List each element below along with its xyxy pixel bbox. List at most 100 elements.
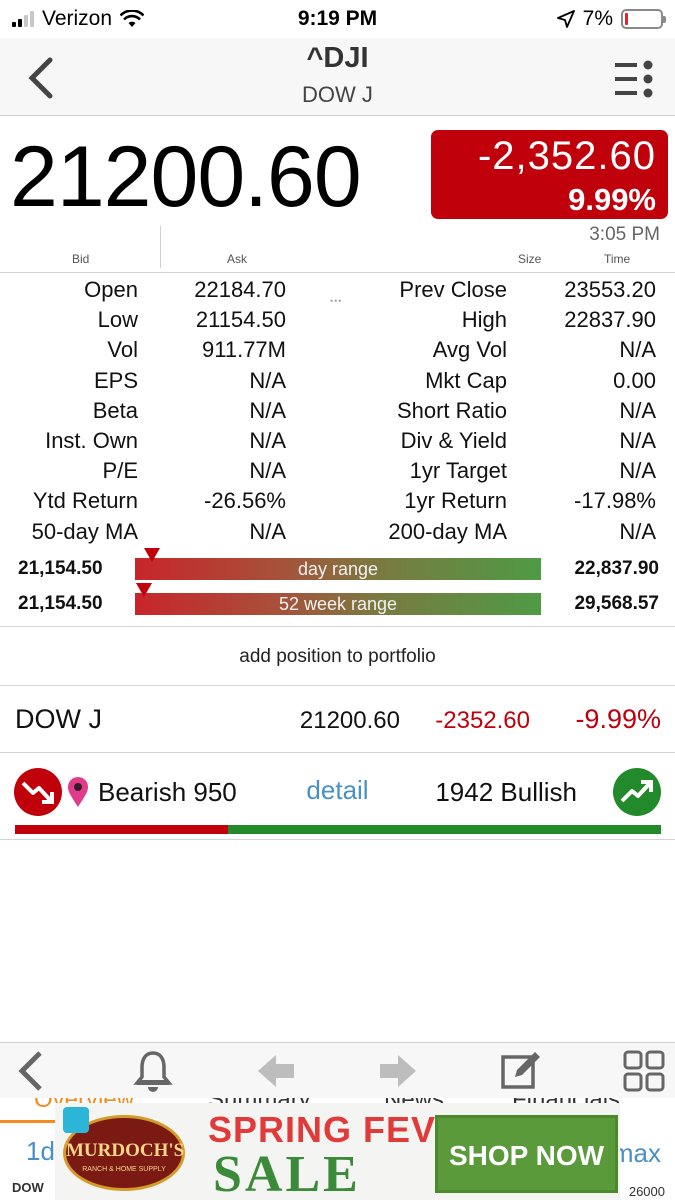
- chart-axis-value: 26000: [628, 1184, 665, 1199]
- symbol-change: -2352.60: [435, 707, 530, 734]
- stat-value: -26.56%: [204, 488, 286, 514]
- nav-header: ^DJI DOW J: [0, 38, 675, 116]
- ad-subheadline: SALE: [213, 1146, 361, 1200]
- stat-value: N/A: [249, 427, 286, 453]
- change-value: -2,352.60: [477, 134, 656, 178]
- ask-label: Ask: [227, 252, 248, 266]
- edit-icon[interactable]: [499, 1049, 543, 1093]
- ad-banner[interactable]: MURDOCH'S RANCH & HOME SUPPLY SPRING FEV…: [55, 1103, 620, 1200]
- ad-shop-now-button[interactable]: SHOP NOW: [435, 1115, 618, 1193]
- stat-value: N/A: [619, 427, 656, 453]
- last-price: 21200.60: [10, 129, 362, 225]
- stat-row: Inst. Own N/A Div & Yield N/A: [0, 426, 675, 456]
- bearish-segment: [15, 825, 229, 834]
- stat-value: 23553.20: [564, 277, 656, 302]
- symbol-subtitle: DOW J: [302, 82, 373, 107]
- stat-value: N/A: [249, 458, 286, 484]
- stat-label: 1yr Return: [404, 488, 507, 514]
- bullish-count: 1942 Bullish: [435, 777, 577, 807]
- stat-value: N/A: [249, 367, 286, 393]
- stat-label: EPS: [93, 367, 138, 393]
- range-label: 52 week range: [278, 594, 398, 614]
- day-range: 21,154.50 day range 22,837.90: [0, 548, 675, 582]
- stat-label: Ytd Return: [32, 488, 138, 514]
- divider: [0, 626, 675, 627]
- stat-row: Vol 911.77M Avg Vol N/A: [0, 335, 675, 365]
- stat-label: Open: [84, 277, 138, 302]
- period-1d[interactable]: 1d: [26, 1136, 55, 1167]
- change-percent: 9.99%: [568, 182, 656, 217]
- stat-value: N/A: [619, 518, 656, 544]
- stat-value: N/A: [249, 397, 286, 423]
- stat-label: 1yr Target: [409, 458, 507, 484]
- divider: [0, 839, 675, 840]
- stat-row: Beta N/A Short Ratio N/A: [0, 396, 675, 426]
- range-low: 21,154.50: [18, 558, 103, 579]
- menu-icon[interactable]: [615, 60, 655, 98]
- status-bar: Verizon 9:19 PM 7%: [0, 0, 675, 38]
- stat-value: N/A: [619, 397, 656, 423]
- stat-label: Vol: [107, 337, 138, 363]
- divider: [0, 685, 675, 686]
- change-badge: -2,352.60 9.99%: [431, 130, 668, 219]
- battery-level: [625, 13, 628, 25]
- bullish-icon[interactable]: [613, 768, 661, 816]
- range-label: day range: [297, 559, 379, 579]
- battery-icon: [621, 9, 666, 29]
- stat-value: N/A: [619, 337, 656, 363]
- stat-label: High: [461, 307, 507, 333]
- stat-row: Open 22184.70 Prev Close 23553.20: [0, 275, 675, 305]
- stat-value: 22184.70: [194, 277, 286, 302]
- stat-value: 21154.50: [195, 307, 286, 333]
- time-label: Time: [604, 252, 631, 266]
- stat-row: P/E N/A 1yr Target N/A: [0, 456, 675, 486]
- stat-row: Ytd Return -26.56% 1yr Return -17.98%: [0, 486, 675, 516]
- stat-label: Short Ratio: [396, 397, 507, 423]
- chart-symbol: DOW: [12, 1180, 44, 1195]
- stat-label: Low: [97, 307, 138, 333]
- bid-label: Bid: [72, 252, 90, 266]
- ad-choices-icon[interactable]: [63, 1107, 89, 1133]
- ad-brand: MURDOCH'S: [66, 1140, 185, 1161]
- stat-row: EPS N/A Mkt Cap 0.00: [0, 366, 675, 396]
- stats-table: Open 22184.70 Prev Close 23553.20 Low 21154.…: [0, 275, 675, 547]
- divider: [160, 226, 161, 268]
- grid-icon[interactable]: [622, 1049, 666, 1093]
- 52-week-range: 21,154.50 52 week range 29,568.57: [0, 583, 675, 617]
- arrow-left-icon[interactable]: [254, 1049, 298, 1093]
- size-label: Size: [518, 252, 542, 266]
- stat-value: 0.00: [613, 367, 656, 393]
- range-high: 22,837.90: [574, 558, 659, 579]
- range-low: 21,154.50: [18, 593, 103, 614]
- range-high: 29,568.57: [574, 593, 659, 614]
- stat-label: 50-day MA: [31, 518, 138, 544]
- symbol-change-percent: -9.99%: [575, 704, 661, 734]
- bullish-segment: [228, 825, 661, 834]
- stat-label: Beta: [92, 397, 138, 423]
- stat-value: N/A: [619, 458, 656, 484]
- stat-value: N/A: [249, 518, 286, 544]
- stat-label: 200-day MA: [388, 518, 507, 544]
- stat-label: Inst. Own: [45, 427, 138, 453]
- stat-value: 911.77M: [202, 337, 286, 363]
- status-right: 7%: [556, 7, 666, 31]
- add-position-button[interactable]: add position to portfolio: [0, 646, 675, 668]
- stat-value: 22837.90: [564, 307, 656, 333]
- back-icon[interactable]: [10, 1049, 54, 1093]
- ad-button-label: SHOP NOW: [448, 1140, 605, 1171]
- stat-value: -17.98%: [574, 488, 656, 514]
- arrow-right-icon[interactable]: [376, 1049, 420, 1093]
- bell-icon[interactable]: [131, 1049, 175, 1093]
- symbol-title: ^DJI: [306, 42, 369, 74]
- symbol-name: DOW J: [15, 704, 102, 734]
- range-bar: 52 week range: [135, 583, 541, 615]
- stat-label: P/E: [102, 458, 138, 484]
- location-icon: [556, 10, 575, 28]
- quote-time: 3:05 PM: [589, 224, 660, 245]
- stat-label: Prev Close: [399, 277, 507, 302]
- stat-row: Low 21154.50 High 22837.90: [0, 305, 675, 335]
- sentiment-bar: [15, 825, 661, 834]
- symbol-price: 21200.60: [299, 707, 400, 734]
- divider: [0, 752, 675, 753]
- ad-brand-sub: RANCH & HOME SUPPLY: [82, 1166, 166, 1173]
